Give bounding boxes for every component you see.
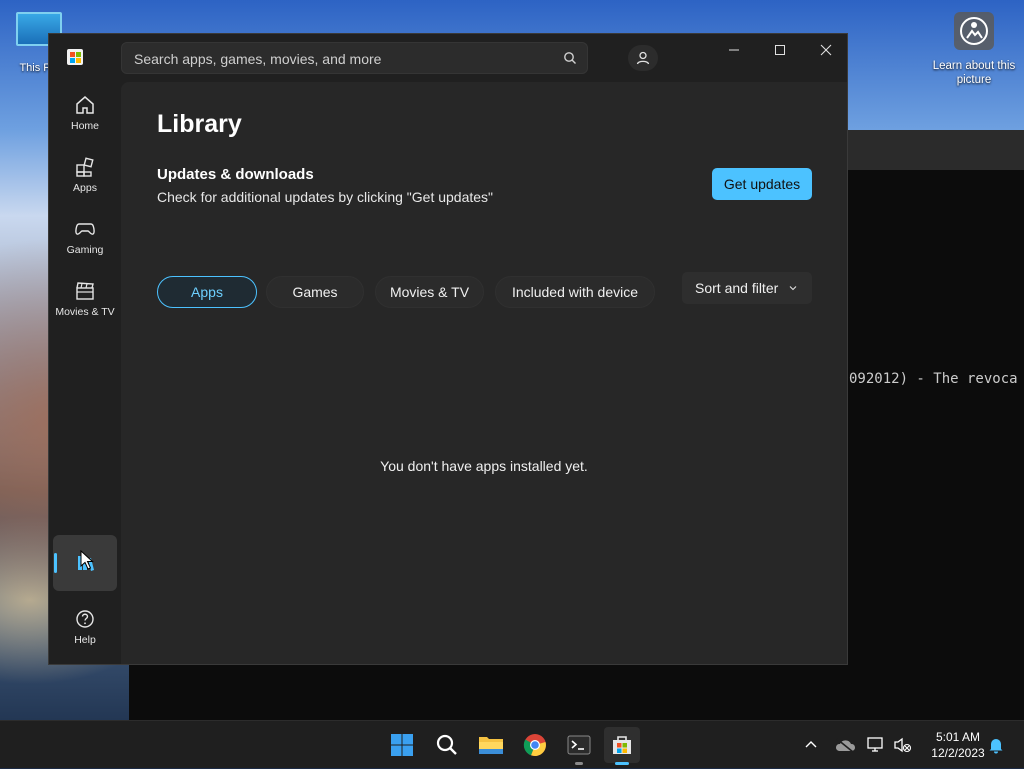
apps-icon bbox=[76, 157, 94, 177]
network-icon bbox=[867, 737, 883, 752]
maximize-icon bbox=[775, 45, 785, 55]
sidebar-item-label: Apps bbox=[73, 182, 97, 194]
chrome-icon bbox=[523, 734, 546, 757]
learn-about-picture-icon[interactable] bbox=[954, 12, 994, 50]
page-title: Library bbox=[157, 110, 242, 138]
filter-included-with-device[interactable]: Included with device bbox=[495, 276, 655, 308]
close-button[interactable] bbox=[803, 34, 849, 66]
get-updates-button[interactable]: Get updates bbox=[712, 168, 812, 200]
filter-games[interactable]: Games bbox=[266, 276, 364, 308]
gaming-icon bbox=[75, 223, 95, 235]
sidebar-item-gaming[interactable]: Gaming bbox=[53, 212, 117, 268]
help-icon bbox=[76, 610, 94, 628]
sort-and-filter-dropdown[interactable]: Sort and filter bbox=[682, 272, 812, 304]
sort-and-filter-label: Sort and filter bbox=[695, 280, 779, 296]
maximize-button[interactable] bbox=[757, 34, 803, 66]
search-icon bbox=[436, 734, 457, 755]
store-titlebar[interactable] bbox=[49, 34, 847, 82]
mouse-cursor-icon bbox=[80, 550, 94, 570]
start-icon bbox=[391, 734, 413, 756]
sidebar-item-label: Help bbox=[74, 634, 96, 646]
sidebar-nav: Home Apps Gaming Movies & TV Help bbox=[49, 82, 121, 664]
sidebar-item-label: Gaming bbox=[66, 244, 104, 256]
filter-apps[interactable]: Apps bbox=[157, 276, 257, 308]
sidebar-item-home[interactable]: Home bbox=[53, 88, 117, 144]
terminal-output-text: 092012) - The revoca bbox=[849, 371, 1018, 387]
taskbar: 5:01 AM 12/2/2023 bbox=[0, 720, 1024, 768]
volume-tray-button[interactable] bbox=[893, 721, 913, 769]
close-icon bbox=[820, 44, 832, 56]
chevron-up-icon bbox=[805, 741, 817, 748]
network-tray-button[interactable] bbox=[866, 721, 886, 769]
account-icon bbox=[636, 51, 650, 65]
onedrive-tray-button[interactable] bbox=[834, 721, 856, 769]
empty-state-message: You don't have apps installed yet. bbox=[380, 458, 588, 474]
terminal-icon bbox=[567, 735, 591, 755]
bell-icon bbox=[989, 739, 1003, 754]
search-box[interactable] bbox=[121, 42, 588, 75]
sidebar-item-apps[interactable]: Apps bbox=[53, 150, 117, 206]
minimize-icon bbox=[729, 49, 739, 51]
store-taskbar-button[interactable] bbox=[604, 727, 640, 765]
store-logo-icon bbox=[67, 49, 83, 65]
chrome-button[interactable] bbox=[517, 727, 553, 763]
account-button[interactable] bbox=[628, 45, 658, 71]
movies-icon bbox=[76, 282, 94, 300]
sidebar-item-label: Home bbox=[70, 120, 99, 132]
store-window: Home Apps Gaming Movies & TV Help Librar… bbox=[48, 33, 848, 665]
filter-movies-tv[interactable]: Movies & TV bbox=[375, 276, 484, 308]
chevron-down-icon bbox=[789, 286, 797, 291]
show-hidden-icons-button[interactable] bbox=[803, 721, 819, 769]
file-explorer-icon bbox=[479, 737, 503, 754]
notifications-button[interactable] bbox=[988, 721, 1004, 769]
sidebar-item-label: Movies & TV bbox=[55, 306, 115, 318]
learn-about-picture-label[interactable]: Learn about this picture bbox=[932, 59, 1016, 87]
sidebar-item-movies-tv[interactable]: Movies & TV bbox=[53, 274, 117, 330]
sidebar-item-help[interactable]: Help bbox=[53, 602, 117, 658]
home-icon bbox=[76, 96, 94, 114]
clock-date: 12/2/2023 bbox=[931, 746, 985, 760]
active-app-indicator bbox=[615, 762, 629, 765]
updates-section-title: Updates & downloads bbox=[157, 166, 314, 183]
start-button[interactable] bbox=[384, 727, 420, 763]
running-indicator bbox=[575, 762, 583, 765]
cloud-offline-icon bbox=[835, 738, 856, 753]
search-icon[interactable] bbox=[563, 51, 577, 70]
minimize-button[interactable] bbox=[711, 34, 757, 66]
active-indicator bbox=[54, 553, 57, 573]
file-explorer-button[interactable] bbox=[473, 727, 509, 763]
search-input[interactable] bbox=[132, 43, 556, 75]
volume-muted-icon bbox=[894, 737, 912, 753]
updates-description: Check for additional updates by clicking… bbox=[157, 189, 494, 205]
clock[interactable]: 5:01 AM 12/2/2023 bbox=[918, 729, 998, 761]
library-page: Library Updates & downloads Check for ad… bbox=[121, 82, 847, 664]
taskbar-search-button[interactable] bbox=[429, 727, 465, 763]
clock-time: 5:01 AM bbox=[935, 730, 981, 744]
terminal-button[interactable] bbox=[561, 727, 597, 765]
store-icon bbox=[613, 736, 631, 754]
